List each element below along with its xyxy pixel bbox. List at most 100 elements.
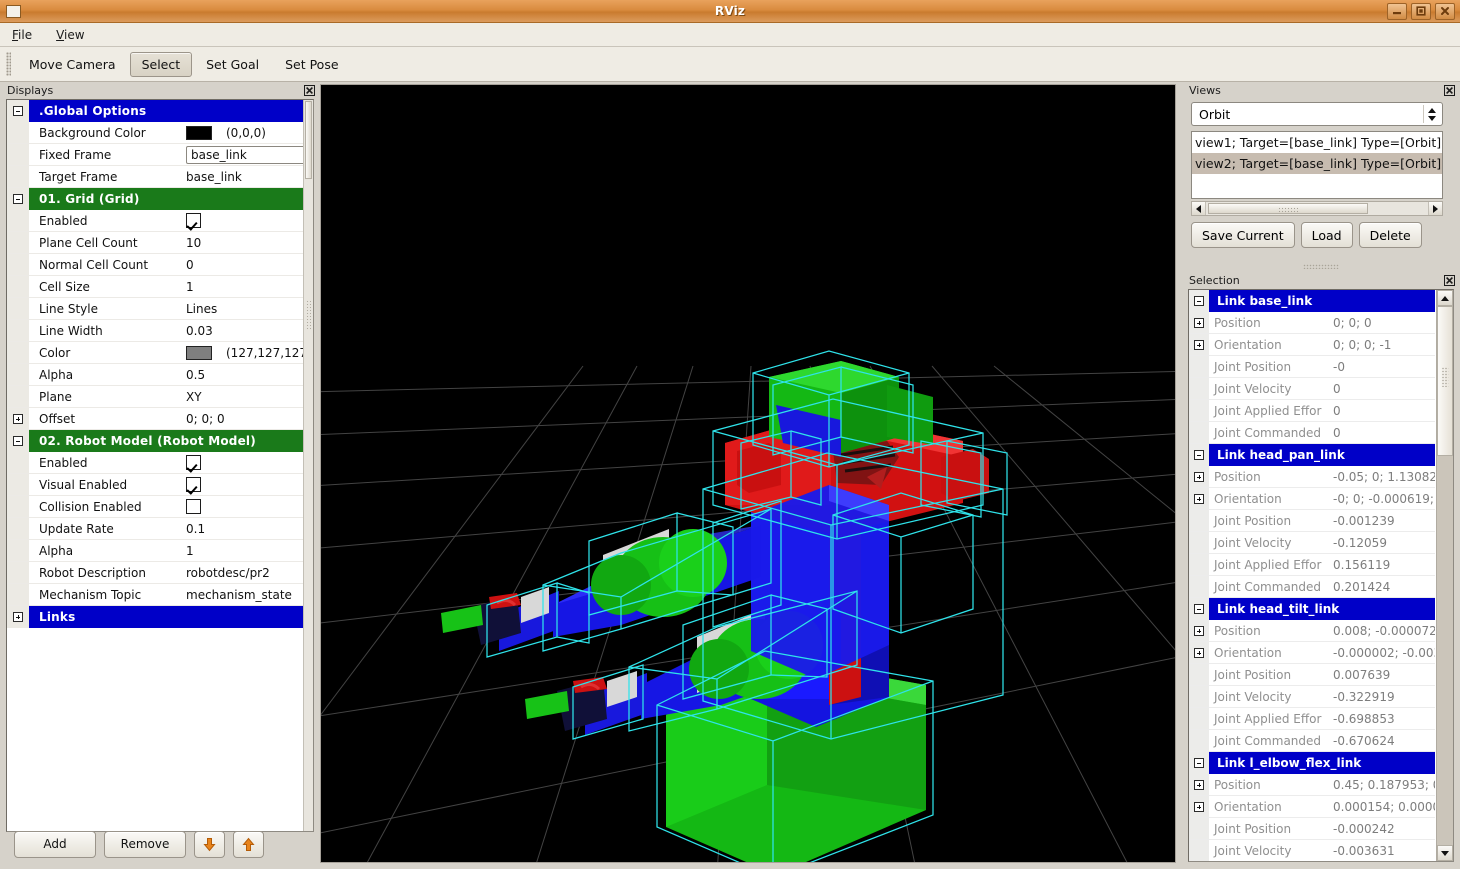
selection-tree[interactable]: Link base_linkPosition0; 0; 0Orientation… [1189, 290, 1435, 861]
displays-property-row[interactable]: Line Width0.03 [7, 320, 303, 342]
panel-splitter-grip[interactable] [1303, 264, 1339, 269]
property-value[interactable]: 0.03 [177, 324, 303, 338]
saved-views-list[interactable]: view1; Target=[base_link] Type=[Orbit] (… [1191, 131, 1443, 199]
vertical-splitter[interactable] [1176, 84, 1182, 863]
3d-render-viewport[interactable] [320, 84, 1176, 863]
displays-property-row[interactable]: Cell Size1 [7, 276, 303, 298]
menu-file[interactable]: File [8, 26, 36, 44]
expand-icon[interactable] [1189, 774, 1209, 795]
property-value[interactable]: XY [177, 390, 303, 404]
property-value[interactable]: 1 [177, 280, 303, 294]
selection-property-row[interactable]: Joint Commanded0 [1189, 422, 1435, 444]
selection-property-row[interactable]: Joint Position-0 [1189, 356, 1435, 378]
collapse-icon[interactable] [1189, 598, 1209, 620]
selection-property-row[interactable]: Position0.45; 0.187953; 0 [1189, 774, 1435, 796]
property-value[interactable]: 0 [177, 258, 303, 272]
property-value[interactable]: base_link [177, 170, 303, 184]
displays-property-row[interactable]: Line StyleLines [7, 298, 303, 320]
tool-set-pose[interactable]: Set Pose [273, 52, 350, 77]
close-icon[interactable] [304, 85, 315, 96]
scroll-track[interactable] [1206, 202, 1428, 215]
combobox-value[interactable]: base_link [186, 146, 303, 164]
move-down-button[interactable] [194, 831, 225, 858]
selection-property-row[interactable]: Joint Velocity0 [1189, 378, 1435, 400]
expand-icon[interactable] [1189, 642, 1209, 663]
property-value[interactable]: (127,127,127) [177, 346, 303, 360]
scroll-right-button[interactable] [1428, 202, 1442, 215]
add-button[interactable]: Add [14, 831, 96, 858]
displays-category-row[interactable]: Links [7, 606, 303, 628]
expand-icon[interactable] [1189, 334, 1209, 355]
maximize-icon[interactable] [1411, 3, 1431, 20]
selection-property-row[interactable]: Joint Commanded0.201424 [1189, 576, 1435, 598]
selection-property-row[interactable]: Position0.008; -0.000072; [1189, 620, 1435, 642]
collapse-icon[interactable] [1189, 444, 1209, 466]
load-button[interactable]: Load [1301, 222, 1353, 248]
expand-icon[interactable] [7, 606, 29, 628]
selection-property-row[interactable]: Orientation-0.000002; -0.003 [1189, 642, 1435, 664]
selection-property-row[interactable]: Orientation0; 0; 0; -1 [1189, 334, 1435, 356]
color-swatch[interactable] [186, 346, 212, 360]
displays-property-row[interactable]: Color(127,127,127) [7, 342, 303, 364]
checkbox[interactable] [186, 499, 201, 514]
selection-property-row[interactable]: Joint Position-0.001239 [1189, 510, 1435, 532]
displays-property-row[interactable]: Enabled [7, 452, 303, 474]
property-value[interactable] [177, 477, 303, 492]
selection-property-row[interactable]: Joint Applied Effor0.156119 [1189, 554, 1435, 576]
expand-icon[interactable] [1189, 796, 1209, 817]
property-value[interactable] [177, 213, 303, 228]
displays-property-row[interactable]: PlaneXY [7, 386, 303, 408]
collapse-icon[interactable] [7, 430, 29, 452]
selection-group-header[interactable]: Link head_pan_link [1189, 444, 1435, 466]
close-icon[interactable] [1435, 3, 1455, 20]
displays-property-row[interactable]: Target Framebase_link [7, 166, 303, 188]
property-value[interactable]: 0; 0; 0 [177, 412, 303, 426]
menu-view[interactable]: View [52, 26, 88, 44]
property-value[interactable]: 10 [177, 236, 303, 250]
displays-property-row[interactable]: Collision Enabled [7, 496, 303, 518]
displays-property-row[interactable]: Update Rate0.1 [7, 518, 303, 540]
views-horizontal-scrollbar[interactable] [1191, 201, 1443, 216]
scroll-track[interactable] [1437, 306, 1453, 845]
displays-property-row[interactable]: Offset0; 0; 0 [7, 408, 303, 430]
save-current-button[interactable]: Save Current [1191, 222, 1295, 248]
delete-button[interactable]: Delete [1359, 222, 1422, 248]
saved-view-item[interactable]: view2; Target=[base_link] Type=[Orbit] ( [1192, 153, 1442, 174]
expand-icon[interactable] [7, 408, 29, 429]
displays-property-row[interactable]: Background Color(0,0,0) [7, 122, 303, 144]
frame-combobox[interactable]: base_link [186, 145, 303, 164]
selection-property-row[interactable]: Joint Velocity-0.322919 [1189, 686, 1435, 708]
expand-icon[interactable] [1189, 488, 1209, 509]
displays-property-row[interactable]: Enabled [7, 210, 303, 232]
displays-property-row[interactable]: Plane Cell Count10 [7, 232, 303, 254]
collapse-icon[interactable] [1189, 290, 1209, 312]
selection-property-row[interactable]: Joint Velocity-0.12059 [1189, 532, 1435, 554]
selection-property-row[interactable]: Joint Position0.007639 [1189, 664, 1435, 686]
selection-property-row[interactable]: Joint Applied Effor-0.698853 [1189, 708, 1435, 730]
expand-icon[interactable] [1189, 466, 1209, 487]
displays-property-row[interactable]: Alpha0.5 [7, 364, 303, 386]
close-icon[interactable] [1444, 275, 1455, 286]
property-value[interactable]: 0.5 [177, 368, 303, 382]
selection-property-row[interactable]: Orientation-0; 0; -0.000619; 1 [1189, 488, 1435, 510]
selection-property-row[interactable]: Position0; 0; 0 [1189, 312, 1435, 334]
scrollbar-thumb[interactable] [1208, 203, 1368, 214]
displays-property-row[interactable]: Alpha1 [7, 540, 303, 562]
selection-property-row[interactable]: Joint Commanded-0.670624 [1189, 730, 1435, 752]
displays-category-row[interactable]: .Global Options [7, 100, 303, 122]
scroll-left-button[interactable] [1192, 202, 1206, 215]
scroll-down-button[interactable] [1437, 845, 1453, 861]
displays-property-row[interactable]: Visual Enabled [7, 474, 303, 496]
property-value[interactable]: base_link [177, 145, 303, 164]
tool-select[interactable]: Select [130, 52, 193, 77]
property-value[interactable] [177, 499, 303, 514]
remove-button[interactable]: Remove [104, 831, 186, 858]
property-value[interactable] [177, 455, 303, 470]
spinner-arrows-icon[interactable] [1423, 105, 1439, 123]
selection-property-row[interactable]: Joint Applied Effor0 [1189, 400, 1435, 422]
saved-view-item[interactable]: view1; Target=[base_link] Type=[Orbit] ( [1192, 132, 1442, 153]
property-value[interactable]: mechanism_state [177, 588, 303, 602]
displays-property-row[interactable]: Mechanism Topicmechanism_state [7, 584, 303, 606]
minimize-icon[interactable] [1387, 3, 1407, 20]
checkbox[interactable] [186, 477, 201, 492]
